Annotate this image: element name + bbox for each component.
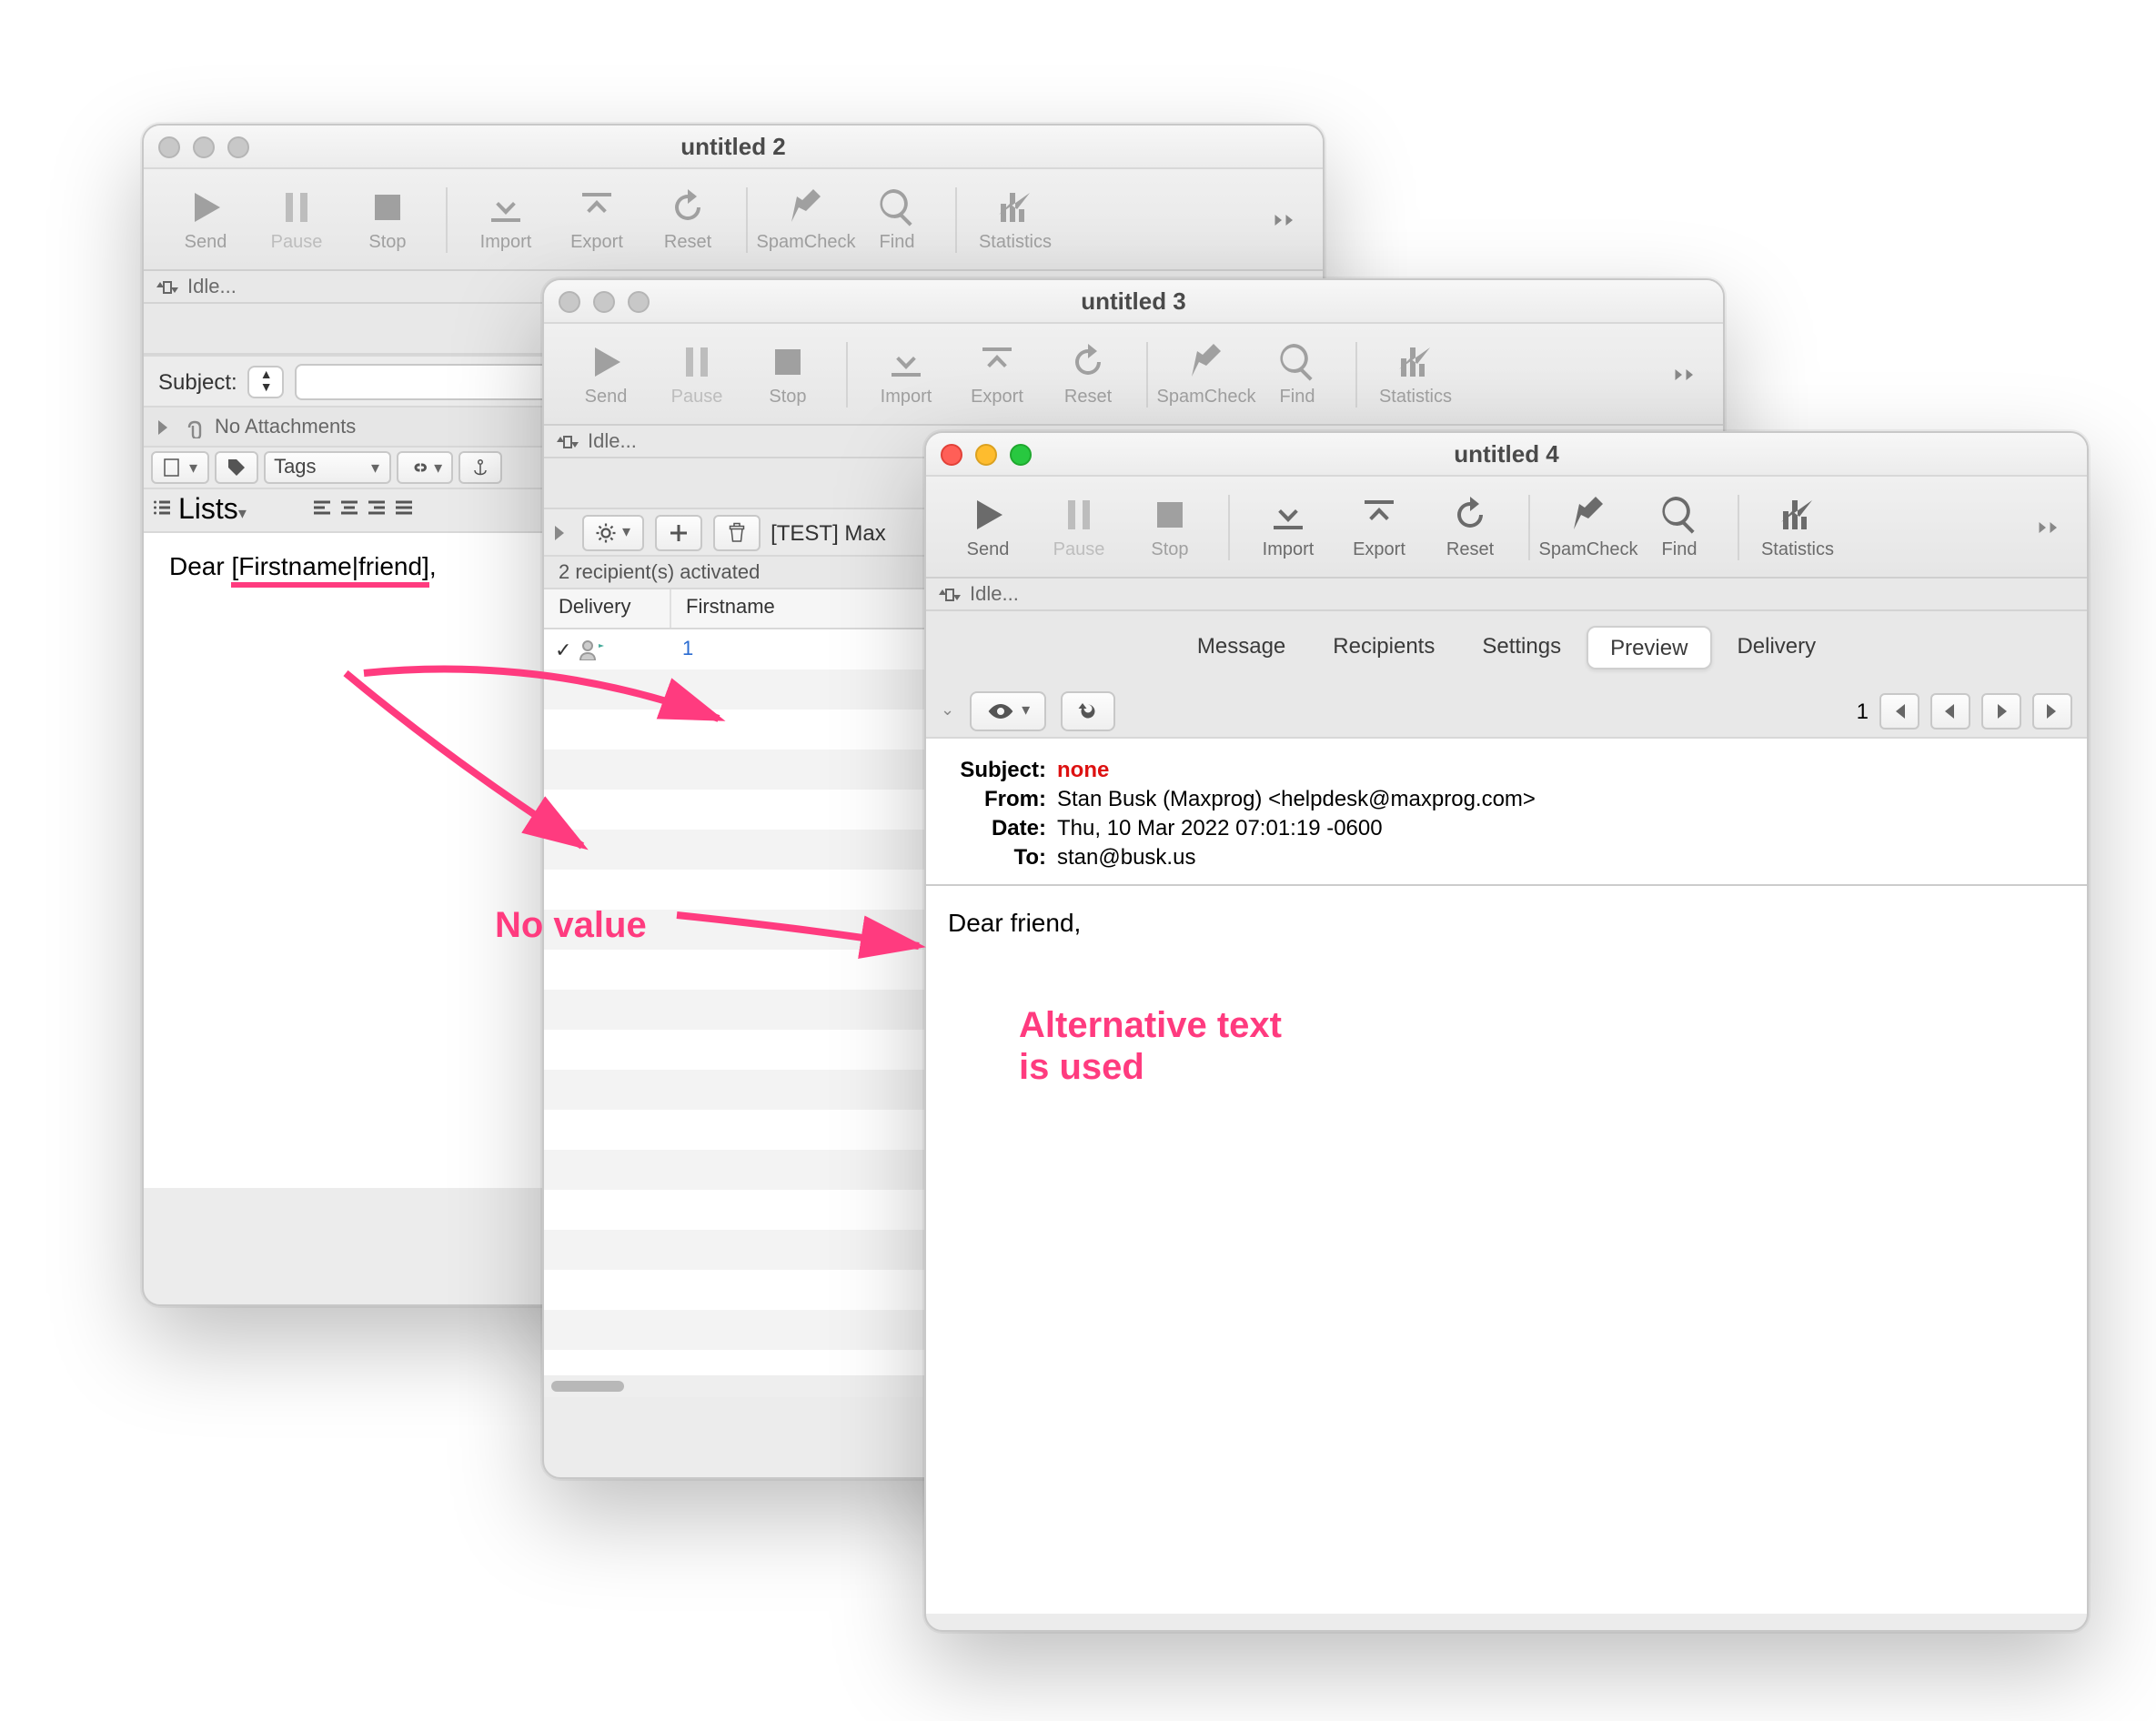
send-button[interactable]: Send <box>944 479 1032 574</box>
pause-button[interactable]: Pause <box>653 327 740 421</box>
align-left-button[interactable] <box>311 494 333 527</box>
export-button[interactable]: Export <box>1335 479 1423 574</box>
align-right-button[interactable] <box>366 494 388 527</box>
pause-button[interactable]: Pause <box>253 172 340 267</box>
refresh-button[interactable] <box>1061 690 1115 730</box>
reset-button[interactable]: Reset <box>1044 327 1132 421</box>
export-button[interactable]: Export <box>953 327 1041 421</box>
window-untitled-4: untitled 4 Send Pause Stop Import Export… <box>924 431 2089 1632</box>
paperclip-icon <box>184 416 206 438</box>
close-button[interactable] <box>158 136 180 157</box>
minimize-button[interactable] <box>193 136 215 157</box>
overflow-button[interactable] <box>1665 354 1705 394</box>
page-menu[interactable]: ▾ <box>151 451 208 484</box>
gear-menu[interactable]: ▾ <box>582 514 643 550</box>
zoom-button[interactable] <box>628 290 650 312</box>
find-button[interactable]: Find <box>1636 479 1723 574</box>
status-icon <box>555 432 580 450</box>
spamcheck-button[interactable]: SpamCheck <box>762 172 850 267</box>
chevron-right-icon <box>555 525 564 539</box>
zoom-button[interactable] <box>227 136 249 157</box>
message-body: Dear friend, <box>926 886 2087 1614</box>
titlebar[interactable]: untitled 2 <box>144 126 1323 169</box>
import-button[interactable]: Import <box>1244 479 1332 574</box>
spamcheck-button[interactable]: SpamCheck <box>1545 479 1632 574</box>
next-page-button[interactable] <box>1981 692 2021 729</box>
chevron-down-icon[interactable]: ⌄ <box>941 700 954 720</box>
link-button[interactable]: ▾ <box>396 451 453 484</box>
chevron-right-icon <box>158 419 167 434</box>
subject-label: Subject: <box>158 368 237 394</box>
toolbar: Send Pause Stop Import Export Reset Spam… <box>144 169 1323 271</box>
minimize-button[interactable] <box>975 443 997 465</box>
close-button[interactable] <box>559 290 580 312</box>
check-icon: ✓ <box>555 638 571 661</box>
list-button[interactable] <box>151 494 173 527</box>
status-bar: Idle... <box>926 579 2087 611</box>
zoom-button[interactable] <box>1010 443 1032 465</box>
first-page-button[interactable] <box>1879 692 1919 729</box>
reset-button[interactable]: Reset <box>1426 479 1514 574</box>
anchor-button[interactable] <box>458 451 502 484</box>
minimize-button[interactable] <box>593 290 615 312</box>
statistics-button[interactable]: Statistics <box>972 172 1059 267</box>
tag-button[interactable] <box>214 451 257 484</box>
send-button[interactable]: Send <box>162 172 249 267</box>
tab-delivery[interactable]: Delivery <box>1715 626 1838 669</box>
tags-menu[interactable]: Tags▾ <box>263 451 390 484</box>
add-button[interactable] <box>654 514 701 550</box>
import-button[interactable]: Import <box>862 327 950 421</box>
header-date: Thu, 10 Mar 2022 07:01:19 -0600 <box>1057 815 1383 840</box>
align-center-button[interactable] <box>338 494 360 527</box>
tab-settings[interactable]: Settings <box>1460 626 1583 669</box>
stop-button[interactable]: Stop <box>344 172 431 267</box>
subject-stepper[interactable]: ▲▼ <box>248 365 285 398</box>
prev-page-button[interactable] <box>1930 692 1970 729</box>
find-button[interactable]: Find <box>1254 327 1341 421</box>
header-subject: none <box>1057 757 1109 782</box>
lists-menu[interactable]: Lists▾ <box>178 494 306 527</box>
trash-button[interactable] <box>712 514 760 550</box>
close-button[interactable] <box>941 443 962 465</box>
merge-tag: [Firstname|friend] <box>231 551 428 588</box>
preview-toolbar: ⌄ ▾ 1 <box>926 684 2087 739</box>
status-icon <box>155 277 180 296</box>
tab-preview[interactable]: Preview <box>1587 626 1711 669</box>
find-button[interactable]: Find <box>853 172 941 267</box>
tab-message[interactable]: Message <box>1175 626 1307 669</box>
pause-button[interactable]: Pause <box>1035 479 1123 574</box>
header-from: Stan Busk (Maxprog) <helpdesk@maxprog.co… <box>1057 786 1536 811</box>
view-menu[interactable]: ▾ <box>969 690 1046 730</box>
send-button[interactable]: Send <box>562 327 650 421</box>
message-headers: Subject:none From:Stan Busk (Maxprog) <h… <box>926 739 2087 886</box>
titlebar[interactable]: untitled 4 <box>926 433 2087 477</box>
pager: 1 <box>1857 692 2072 729</box>
window-title: untitled 3 <box>544 287 1723 315</box>
header-to: stan@busk.us <box>1057 844 1195 870</box>
col-delivery[interactable]: Delivery <box>544 589 671 628</box>
toolbar: Send Pause Stop Import Export Reset Spam… <box>926 477 2087 579</box>
overflow-button[interactable] <box>2029 507 2069 547</box>
overflow-button[interactable] <box>1264 199 1305 239</box>
page-number: 1 <box>1857 698 1869 723</box>
statistics-button[interactable]: Statistics <box>1372 327 1459 421</box>
test-label: [TEST] Max <box>771 519 886 545</box>
titlebar[interactable]: untitled 3 <box>544 280 1723 324</box>
export-button[interactable]: Export <box>553 172 640 267</box>
spamcheck-button[interactable]: SpamCheck <box>1163 327 1250 421</box>
window-tabs: Message Recipients Settings Preview Deli… <box>926 611 2087 684</box>
import-button[interactable]: Import <box>462 172 549 267</box>
window-title: untitled 2 <box>144 133 1323 160</box>
tab-recipients[interactable]: Recipients <box>1311 626 1456 669</box>
reset-button[interactable]: Reset <box>644 172 731 267</box>
statistics-button[interactable]: Statistics <box>1754 479 1841 574</box>
contact-icon <box>579 639 604 660</box>
status-icon <box>937 585 962 603</box>
stop-button[interactable]: Stop <box>1126 479 1214 574</box>
align-justify-button[interactable] <box>393 494 415 527</box>
last-page-button[interactable] <box>2032 692 2072 729</box>
stop-button[interactable]: Stop <box>744 327 831 421</box>
window-title: untitled 4 <box>926 440 2087 468</box>
toolbar: Send Pause Stop Import Export Reset Spam… <box>544 324 1723 426</box>
